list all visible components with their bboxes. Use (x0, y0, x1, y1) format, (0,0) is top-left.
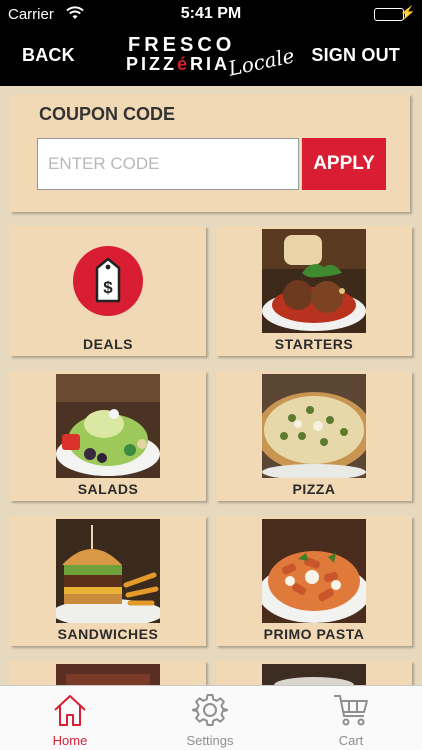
tab-settings-label: Settings (186, 733, 234, 748)
tile-label: PIZZA (292, 481, 336, 497)
apply-button[interactable]: APPLY (302, 138, 386, 190)
menu-tile-pizza[interactable]: PIZZA (216, 371, 412, 501)
tile-label: SANDWICHES (57, 626, 159, 642)
logo-script: Locale (226, 43, 297, 81)
tile-label: PRIMO PASTA (263, 626, 365, 642)
cart-icon (334, 695, 368, 726)
coupon-title: COUPON CODE (39, 104, 176, 124)
salads-photo (56, 374, 160, 478)
logo-line2-a: PIZZ (126, 54, 177, 74)
sign-out-button[interactable]: SIGN OUT (311, 45, 400, 66)
back-button[interactable]: BACK (22, 45, 75, 66)
partial-photo (262, 664, 366, 685)
tab-cart-label: Cart (338, 733, 364, 748)
primo-pasta-photo (262, 519, 366, 623)
logo-line2: PIZZéRIA (126, 54, 230, 75)
gear-icon (192, 694, 228, 726)
tile-label: STARTERS (274, 336, 354, 352)
tab-home-label: Home (52, 733, 88, 748)
tab-home[interactable]: Home (10, 686, 130, 750)
menu-tile-partial[interactable] (216, 661, 412, 685)
pizza-photo (262, 374, 366, 478)
menu-tile-deals[interactable]: $ DEALS (10, 226, 206, 356)
menu-tile-sandwiches[interactable]: SANDWICHES (10, 516, 206, 646)
sandwiches-photo (56, 519, 160, 623)
home-icon (54, 695, 86, 726)
logo-line2-b: RIA (190, 54, 231, 74)
price-tag-icon: $ (73, 246, 143, 316)
status-bar: Carrier 5:41 PM ⚡ (0, 0, 422, 28)
logo-line2-accent: é (177, 54, 191, 74)
charging-icon: ⚡ (399, 5, 416, 20)
tile-label: SALADS (77, 481, 139, 497)
tab-settings[interactable]: Settings (150, 686, 270, 750)
svg-text:$: $ (103, 278, 113, 297)
partial-photo (56, 664, 160, 685)
tile-label: DEALS (83, 336, 133, 352)
coupon-code-input[interactable] (37, 138, 299, 190)
coupon-panel: COUPON CODE APPLY (10, 94, 410, 212)
app-header: Carrier 5:41 PM ⚡ BACK FRESCO PIZZéRIA L… (0, 0, 422, 86)
menu-tile-partial[interactable] (10, 661, 206, 685)
status-time: 5:41 PM (180, 5, 242, 22)
starters-photo (262, 229, 366, 333)
menu-tile-primo-pasta[interactable]: PRIMO PASTA (216, 516, 412, 646)
menu-tile-salads[interactable]: SALADS (10, 371, 206, 501)
menu-tile-starters[interactable]: STARTERS (216, 226, 412, 356)
tab-bar: Home Settings Cart (0, 685, 422, 750)
tab-cart[interactable]: Cart (291, 686, 411, 750)
fresco-pizzeria-logo: FRESCO PIZZéRIA Locale (126, 34, 296, 86)
